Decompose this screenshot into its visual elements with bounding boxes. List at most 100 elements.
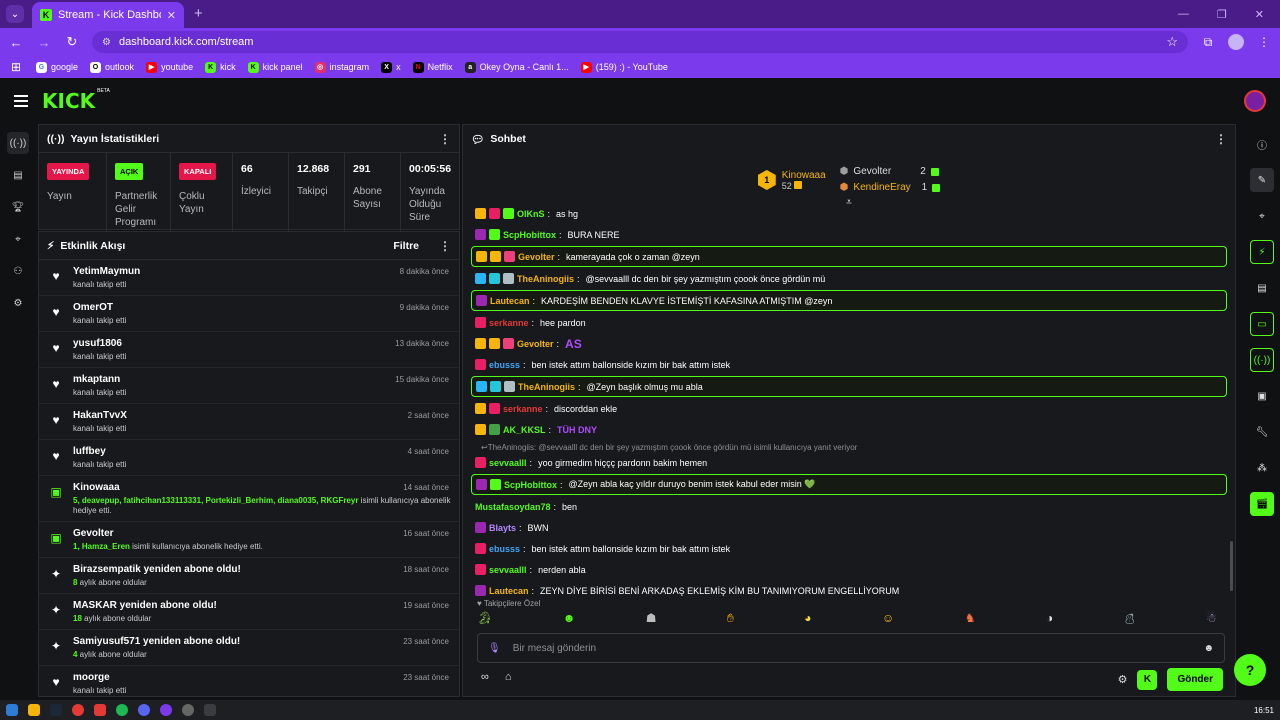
restore-icon[interactable]: ❐ [1217, 8, 1227, 21]
chat-username[interactable]: OlKnS [517, 209, 545, 219]
chat-username[interactable]: Gevolter [517, 339, 554, 349]
chat-message[interactable]: ebusss: ben istek attım ballonside kızım … [471, 354, 1227, 375]
layers-icon[interactable]: ▣ [1250, 384, 1274, 408]
chat-message[interactable]: serkanne: hee pardon [471, 312, 1227, 333]
bookmark-netflix[interactable]: N Netflix [412, 61, 453, 73]
chat-message[interactable]: Blayts: BWN [471, 517, 1227, 538]
filter-button[interactable]: Filtre [393, 240, 419, 252]
wrench-icon[interactable]: 🔧︎ [1250, 420, 1274, 444]
tab-search-button[interactable]: ⌄ [6, 5, 24, 23]
emote-icon[interactable]: ☗ [646, 611, 657, 628]
chat-username[interactable]: sevvaalll [489, 565, 527, 575]
activity-item[interactable]: ♥ moorge kanalı takip etti 23 saat önce [39, 666, 459, 696]
send-button[interactable]: Gönder [1167, 668, 1223, 691]
help-chat-icon[interactable]: ? [1234, 654, 1266, 686]
bookmark-okey[interactable]: a Okey Oyna - Canlı 1... [464, 61, 569, 73]
chat-username[interactable]: ScpHobittox [504, 480, 557, 490]
lightning-icon[interactable]: ⚡︎ [1250, 240, 1274, 264]
chat-username[interactable]: ebusss [489, 360, 520, 370]
chat-username[interactable]: serkanne [489, 318, 529, 328]
trophy-icon[interactable]: 🏆︎ [7, 196, 29, 218]
chat-message[interactable]: ScpHobittox: BURA NERE [471, 224, 1227, 245]
new-tab-button[interactable]: + [194, 5, 203, 22]
discord-icon[interactable] [138, 704, 150, 716]
bookmark-google[interactable]: Ggoogle [36, 61, 78, 73]
chat-message[interactable]: Lautecan: ZEYN DİYE BİRİSİ BENİ ARKADAŞ E… [471, 580, 1227, 601]
user-avatar[interactable] [1244, 90, 1266, 112]
bookmark-youtube[interactable]: ▶ youtube [146, 61, 193, 73]
chat-username[interactable]: serkanne [503, 404, 543, 414]
activity-item[interactable]: ♥ mkaptann kanalı takip etti 15 dakika önce [39, 368, 459, 404]
chat-username[interactable]: Lautecan [490, 296, 530, 306]
chrome-icon[interactable] [72, 704, 84, 716]
more-options-icon[interactable]: ⋮ [1215, 132, 1227, 146]
chat-username[interactable]: AK_KKSL [503, 425, 546, 435]
chat-message[interactable]: sevvaalll: nerden abla [471, 559, 1227, 580]
chat-bubble-icon[interactable]: ▭ [1250, 312, 1274, 336]
chat-username[interactable]: TheAninogiis [518, 382, 575, 392]
activity-item[interactable]: ♥ YetimMaymun kanalı takip etti 8 dakika ön… [39, 260, 459, 296]
forward-icon[interactable]: → [36, 35, 52, 50]
activity-item[interactable]: ✦ Samiyusuf571 yeniden abone oldu! 4 aylık… [39, 630, 459, 666]
chat-message[interactable]: TheAninogiis: @Zeyn başlık olmuş mu abla [471, 376, 1227, 397]
chat-username[interactable]: TheAninogiis [517, 274, 574, 284]
close-tab-icon[interactable]: ✕ [167, 9, 176, 22]
spotify-icon[interactable] [116, 704, 128, 716]
activity-item[interactable]: ✦ Birazsempatik yeniden abone oldu! 8 aylı… [39, 558, 459, 594]
menu-icon[interactable]: ⋮ [1256, 35, 1272, 49]
chat-message[interactable]: Gevolter: AS [471, 333, 1227, 354]
bookmark-x[interactable]: Xx [381, 61, 401, 73]
chat-message[interactable]: Lautecan: KARDEŞİM BENDEN KLAVYE İSTEMİŞT… [471, 290, 1227, 311]
settings-icon[interactable]: ⚙ [7, 292, 29, 314]
emoji-picker-icon[interactable]: ☻ [1203, 643, 1214, 654]
profile-avatar[interactable] [1228, 34, 1244, 50]
chat-username[interactable]: ebusss [489, 544, 520, 554]
browser-tab[interactable]: K Stream - Kick Dashboard ✕ [32, 2, 184, 28]
chat-message[interactable]: AK_KKSL: TÜH DNY [471, 419, 1227, 440]
extensions-icon[interactable]: ⧉ [1200, 35, 1216, 50]
microphone-icon[interactable]: 🎙︎ [488, 643, 501, 654]
bookmark-star-icon[interactable]: ☆ [1166, 34, 1178, 50]
chat-message[interactable]: Mustafasoydan78: ben [471, 496, 1227, 517]
chat-username[interactable]: Lautecan [489, 586, 529, 596]
info-icon[interactable]: ⓘ [1250, 132, 1274, 156]
clapperboard-icon[interactable]: 🎬︎ [1250, 492, 1274, 516]
store-icon[interactable]: ⌂ [505, 671, 512, 683]
chat-message[interactable]: ebusss: ben istek attım ballonside kızım … [471, 538, 1227, 559]
chat-settings-icon[interactable]: ⚙ [1118, 673, 1128, 686]
kick-bot-icon[interactable]: K [1137, 669, 1158, 690]
infinity-points-icon[interactable]: ∞ [481, 671, 489, 683]
site-info-icon[interactable]: ⚙ [102, 37, 111, 48]
document-icon[interactable]: ▤ [1250, 276, 1274, 300]
chat-scrollbar[interactable] [1230, 541, 1233, 591]
emote-icon[interactable]: ✋︎ [727, 611, 734, 628]
hamburger-menu-icon[interactable] [14, 95, 28, 107]
emote-icon[interactable]: ⛄︎ [1124, 611, 1136, 628]
community-icon[interactable]: ⚇ [7, 260, 29, 282]
emote-icon[interactable]: ♞ [965, 611, 976, 628]
steam-icon[interactable] [50, 704, 62, 716]
activity-item[interactable]: ▣ Gevolter 1, Hamza_Eren isimli kullanıcıy… [39, 522, 459, 558]
bookmark-instagram[interactable]: ◎ instagram [314, 61, 369, 73]
app-icon[interactable] [94, 704, 106, 716]
edit-icon[interactable]: ✎ [1250, 168, 1274, 192]
steam-active-icon[interactable] [204, 704, 216, 716]
back-icon[interactable]: ← [8, 35, 24, 50]
broadcast-icon[interactable]: ((·)) [1250, 348, 1274, 372]
chat-username[interactable]: Mustafasoydan78 [475, 502, 551, 512]
activity-item[interactable]: ♥ luffbey kanalı takip etti 4 saat önce [39, 440, 459, 476]
kick-logo[interactable]: KICK [42, 89, 95, 113]
emote-icon[interactable]: ☺ [882, 611, 894, 628]
more-options-icon[interactable]: ⋮ [439, 239, 451, 253]
bookmark-kick-panel[interactable]: Kkick panel [247, 61, 303, 73]
chat-message-input[interactable]: 🎙︎ Bir mesaj gönderin ☻ [477, 633, 1225, 663]
emote-icon[interactable]: 🐊︎ [477, 611, 492, 628]
bookmark-outlook[interactable]: Ooutlook [90, 61, 134, 73]
emote-icon[interactable]: ◕ [804, 611, 811, 628]
share-icon[interactable]: ⁂ [1250, 456, 1274, 480]
emote-icon[interactable]: ☃ [1206, 611, 1217, 628]
windows-start-icon[interactable] [6, 704, 18, 716]
chat-message[interactable]: ScpHobittox: @Zeyn abla kaç yıldır duruyo… [471, 474, 1227, 495]
activity-item[interactable]: ♥ HakanTvvX kanalı takip etti 2 saat önce [39, 404, 459, 440]
activity-item[interactable]: ♥ OmerOT kanalı takip etti 9 dakika önce [39, 296, 459, 332]
